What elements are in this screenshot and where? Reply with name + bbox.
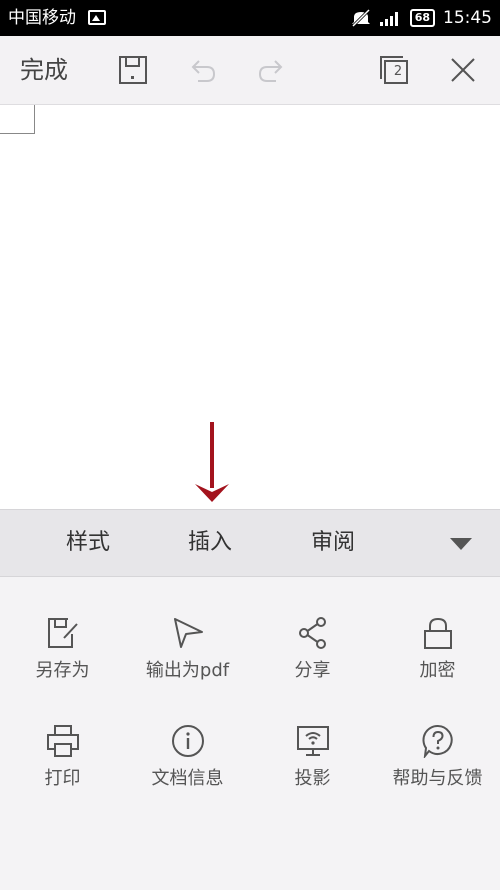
- signal-icon: [379, 10, 402, 26]
- help-feedback-button[interactable]: 帮助与反馈: [375, 686, 500, 789]
- lock-icon: [424, 617, 452, 649]
- share-icon: [299, 617, 326, 649]
- clock: 15:45: [443, 8, 492, 28]
- save-icon[interactable]: [118, 55, 148, 85]
- export-pdf-icon: [174, 618, 203, 648]
- undo-icon[interactable]: [188, 55, 218, 85]
- page-count: 2: [393, 64, 403, 79]
- editor-toolbar: 完成 2: [0, 36, 500, 105]
- status-right: 68 15:45: [350, 6, 492, 30]
- battery-indicator: 68: [409, 9, 435, 27]
- page-margin-marker: [0, 105, 35, 134]
- document-canvas[interactable]: [0, 105, 500, 509]
- print-label: 打印: [44, 768, 81, 789]
- red-arrow-icon: [195, 422, 229, 502]
- document-info-button[interactable]: 文档信息: [125, 686, 250, 789]
- projection-icon: [297, 726, 329, 756]
- status-bar: 中国移动 68 15:45: [0, 0, 500, 36]
- export-pdf-button[interactable]: 输出为pdf: [125, 578, 250, 681]
- menu-tab-bar: 样式 插入 审阅: [0, 509, 500, 577]
- mute-icon: [350, 9, 372, 27]
- export-pdf-label: 输出为pdf: [145, 660, 230, 681]
- encrypt-label: 加密: [419, 660, 456, 681]
- print-icon: [47, 725, 79, 757]
- tab-review[interactable]: 审阅: [311, 528, 355, 558]
- image-notification-icon: [88, 10, 106, 25]
- save-as-label: 另存为: [35, 660, 90, 681]
- redo-icon[interactable]: [256, 55, 286, 85]
- help-icon: [422, 724, 453, 758]
- projection-button[interactable]: 投影: [250, 686, 375, 789]
- document-info-label: 文档信息: [151, 768, 224, 789]
- tab-style[interactable]: 样式: [66, 528, 110, 558]
- encrypt-button[interactable]: 加密: [375, 578, 500, 681]
- help-feedback-label: 帮助与反馈: [392, 768, 483, 789]
- info-icon: [172, 725, 204, 757]
- tab-insert[interactable]: 插入: [188, 528, 232, 558]
- close-icon[interactable]: [448, 55, 478, 85]
- collapse-triangle-icon[interactable]: [450, 538, 472, 550]
- save-as-icon: [48, 618, 78, 648]
- carrier-name: 中国移动: [8, 8, 76, 28]
- save-as-button[interactable]: 另存为: [0, 578, 125, 681]
- share-label: 分享: [294, 660, 331, 681]
- print-button[interactable]: 打印: [0, 686, 125, 789]
- done-button[interactable]: 完成: [20, 55, 68, 85]
- projection-label: 投影: [294, 768, 331, 789]
- share-button[interactable]: 分享: [250, 578, 375, 681]
